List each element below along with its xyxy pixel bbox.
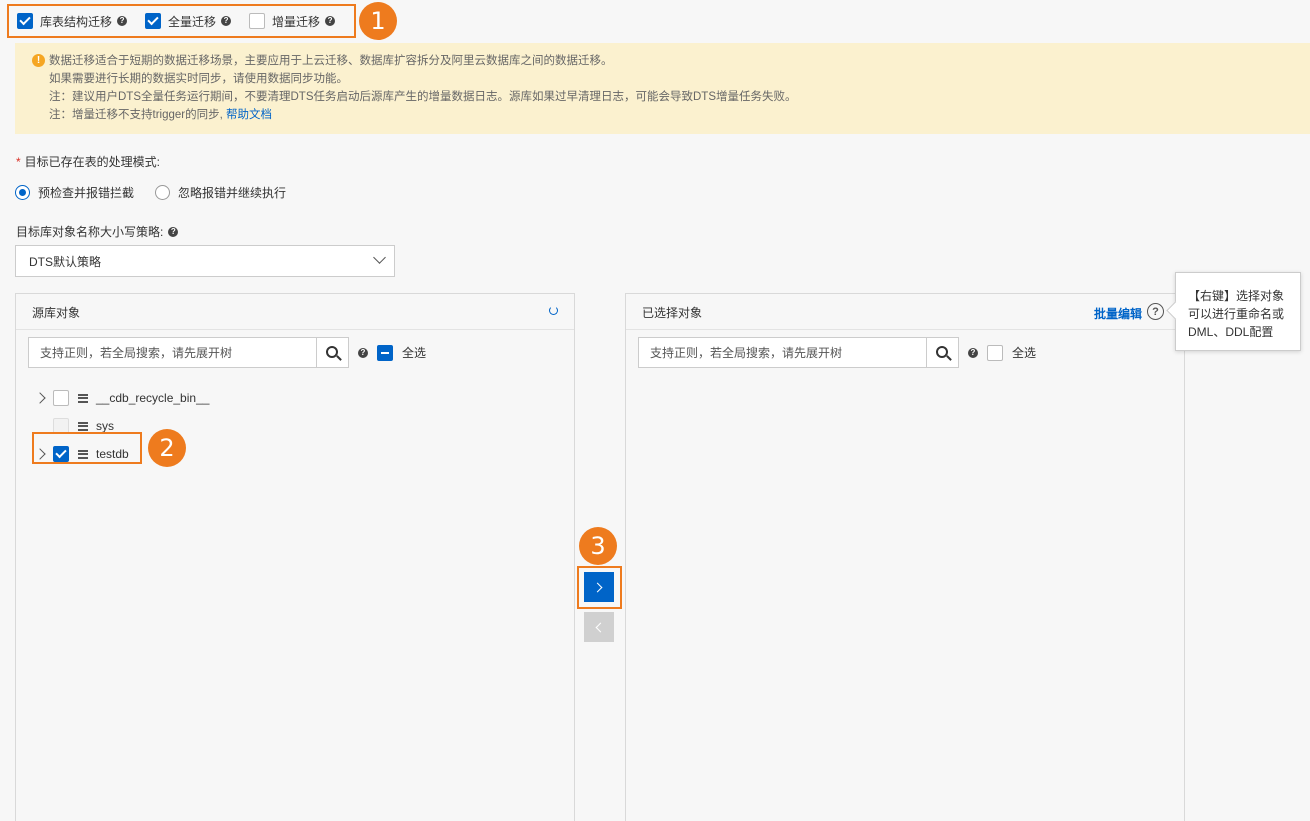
target-search-row: ? 全选 xyxy=(638,337,1036,368)
notice-line: 注：建议用户DTS全量任务运行期间，不要清理DTS任务启动后源库产生的增量数据日… xyxy=(49,91,797,103)
batch-edit-tooltip: 【右键】选择对象 可以进行重命名或 DML、DDL配置 xyxy=(1175,272,1301,351)
move-right-button[interactable] xyxy=(584,572,614,602)
radio-precheck[interactable] xyxy=(15,185,30,200)
source-objects-panel: 源库对象 ? 全选 __cdb_recycle_bin__ sys testdb xyxy=(15,293,575,821)
chevron-left-icon xyxy=(595,622,606,632)
move-left-button[interactable] xyxy=(584,612,614,642)
node-name: sys xyxy=(96,419,114,433)
source-search-row: ? 全选 xyxy=(28,337,426,368)
database-icon xyxy=(78,421,88,431)
full-migration-label: 全量迁移 xyxy=(168,14,217,29)
help-icon[interactable]: ? xyxy=(968,347,978,358)
node-name: __cdb_recycle_bin__ xyxy=(96,391,210,405)
radio-ignore-label[interactable]: 忽略报错并继续执行 xyxy=(178,184,286,201)
help-icon[interactable]: ? xyxy=(221,16,232,26)
target-search-button[interactable] xyxy=(927,337,959,368)
case-policy-label: 目标库对象名称大小写策略: ? xyxy=(16,223,179,240)
case-policy-select[interactable]: DTS默认策略 xyxy=(15,245,395,277)
search-icon xyxy=(935,345,948,358)
tooltip-line: DML、DDL配置 xyxy=(1188,325,1274,339)
search-icon xyxy=(325,345,338,358)
migration-types-group: 库表结构迁移 ? 全量迁移 ? 增量迁移 ? xyxy=(7,4,356,38)
notice-line: 如果需要进行长期的数据实时同步，请使用数据同步功能。 xyxy=(49,73,348,85)
existing-table-radio-group: 预检查并报错拦截 忽略报错并继续执行 xyxy=(15,184,307,201)
question-icon[interactable]: ? xyxy=(1147,303,1164,320)
help-icon[interactable]: ? xyxy=(168,226,179,237)
chevron-down-icon xyxy=(373,251,386,264)
tooltip-line: 【右键】选择对象 xyxy=(1188,289,1285,303)
refresh-icon[interactable] xyxy=(549,306,558,315)
help-icon[interactable]: ? xyxy=(358,347,368,358)
node-checkbox[interactable] xyxy=(53,390,69,406)
target-select-all-label[interactable]: 全选 xyxy=(1012,344,1036,361)
target-panel-title: 已选择对象 xyxy=(642,306,703,320)
selected-objects-panel: 已选择对象 批量编辑 ? ? 全选 xyxy=(625,293,1185,821)
step-badge-2: 2 xyxy=(148,429,186,467)
migration-notice: ! 数据迁移适合于短期的数据迁移场景，主要应用于上云迁移、数据库扩容拆分及阿里云… xyxy=(15,43,1310,134)
source-search-input[interactable] xyxy=(28,337,317,368)
help-icon[interactable]: ? xyxy=(325,16,336,26)
tree-node[interactable]: __cdb_recycle_bin__ xyxy=(34,384,210,412)
chevron-right-icon xyxy=(592,582,603,592)
radio-ignore[interactable] xyxy=(155,185,171,200)
notice-line: 注：增量迁移不支持trigger的同步, 帮助文档 xyxy=(49,106,1310,124)
schema-migration-option[interactable]: 库表结构迁移 ? xyxy=(17,13,128,30)
source-select-all-label[interactable]: 全选 xyxy=(402,344,426,361)
tooltip-line: 可以进行重命名或 xyxy=(1188,307,1285,321)
incremental-migration-checkbox[interactable] xyxy=(249,13,266,29)
source-select-all-checkbox[interactable] xyxy=(377,344,393,361)
target-search-input[interactable] xyxy=(638,337,927,368)
step-badge-1: 1 xyxy=(359,2,397,40)
incremental-migration-label: 增量迁移 xyxy=(272,14,321,29)
target-select-all-checkbox[interactable] xyxy=(987,344,1003,361)
chevron-right-icon[interactable] xyxy=(34,392,46,404)
notice-trigger-text: 注：增量迁移不支持trigger的同步, xyxy=(49,109,223,121)
warning-icon: ! xyxy=(32,54,45,67)
target-panel-header: 已选择对象 批量编辑 ? xyxy=(626,294,1184,330)
incremental-migration-option[interactable]: 增量迁移 ? xyxy=(249,13,336,30)
source-search-button[interactable] xyxy=(317,337,349,368)
testdb-highlight xyxy=(32,432,142,464)
notice-line: 数据迁移适合于短期的数据迁移场景，主要应用于上云迁移、数据库扩容拆分及阿里云数据… xyxy=(49,55,613,67)
radio-precheck-label[interactable]: 预检查并报错拦截 xyxy=(38,184,134,201)
full-migration-option[interactable]: 全量迁移 ? xyxy=(145,13,232,30)
schema-migration-label: 库表结构迁移 xyxy=(40,14,113,29)
case-policy-label-text: 目标库对象名称大小写策略: xyxy=(16,225,164,239)
existing-table-label-text: 目标已存在表的处理模式: xyxy=(24,155,161,169)
existing-table-label: * 目标已存在表的处理模式: xyxy=(16,153,160,170)
case-policy-value: DTS默认策略 xyxy=(29,254,102,269)
required-mark: * xyxy=(16,155,21,169)
batch-edit-link[interactable]: 批量编辑 xyxy=(1094,305,1142,322)
help-doc-link[interactable]: 帮助文档 xyxy=(226,109,272,121)
source-panel-header: 源库对象 xyxy=(16,294,574,330)
full-migration-checkbox[interactable] xyxy=(145,13,162,29)
database-icon xyxy=(78,393,88,403)
help-icon[interactable]: ? xyxy=(117,16,128,26)
step-badge-3: 3 xyxy=(579,527,617,565)
schema-migration-checkbox[interactable] xyxy=(17,13,33,29)
source-panel-title: 源库对象 xyxy=(32,306,81,320)
